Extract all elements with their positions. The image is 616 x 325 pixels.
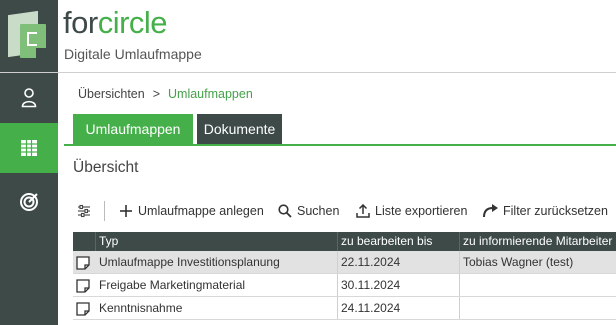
table-row[interactable]: Freigabe Marketingmaterial 30.11.2024 <box>73 274 616 297</box>
search-button[interactable]: Suchen <box>278 200 339 222</box>
column-header-inform[interactable]: zu informierende Mitarbeiter <box>459 232 616 251</box>
breadcrumb-separator: > <box>152 87 161 101</box>
table-grid-icon <box>21 140 37 156</box>
row-separator <box>459 251 460 273</box>
logo-mark <box>27 32 37 46</box>
create-umlaufmappe-button[interactable]: Umlaufmappe anlegen <box>119 200 264 222</box>
header-separator <box>459 232 460 251</box>
document-icon <box>76 256 90 270</box>
app-header: forcircle Digitale Umlaufmappe <box>0 0 616 73</box>
row-separator <box>459 274 460 296</box>
header-icon-cell <box>73 232 95 251</box>
brand-name: forcircle <box>63 5 168 40</box>
header-separator <box>95 232 96 251</box>
tab-dokumente[interactable]: Dokumente <box>197 114 282 144</box>
tab-underline <box>64 144 616 146</box>
toolbar-divider <box>104 201 105 221</box>
reset-filter-label: Filter zurücksetzen <box>503 204 608 218</box>
row-separator <box>337 274 338 296</box>
header-separator <box>337 232 338 251</box>
row-separator <box>459 297 460 319</box>
sidebar-item-user[interactable] <box>0 73 58 123</box>
redo-arrow-icon <box>483 204 498 218</box>
cell-due-date: 22.11.2024 <box>341 255 401 269</box>
sidebar-item-statistics[interactable] <box>0 177 58 227</box>
sidebar <box>0 73 58 325</box>
search-icon <box>278 204 292 218</box>
cell-typ: Umlaufmappe Investitionsplanung <box>99 255 280 269</box>
cell-typ: Freigabe Marketingmaterial <box>99 278 246 292</box>
sliders-icon <box>78 204 90 218</box>
row-separator <box>337 297 338 319</box>
cell-inform <box>459 274 616 296</box>
breadcrumb-current[interactable]: Umlaufmappen <box>168 87 253 101</box>
row-separator <box>337 251 338 273</box>
breadcrumb-root[interactable]: Übersichten <box>78 87 145 101</box>
app-subtitle: Digitale Umlaufmappe <box>64 46 202 62</box>
logo-front-sheet <box>20 24 46 58</box>
chart-icon <box>20 193 38 211</box>
document-icon <box>76 302 90 316</box>
reset-filter-button[interactable]: Filter zurücksetzen <box>482 200 608 222</box>
search-label: Suchen <box>297 204 340 218</box>
table-row[interactable]: Kenntnisnahme 24.11.2024 <box>73 297 616 320</box>
brand-name-part2: circle <box>97 5 168 40</box>
column-header-due-date[interactable]: zu bearbeiten bis <box>337 232 459 251</box>
create-umlaufmappe-label: Umlaufmappe anlegen <box>138 204 264 218</box>
cell-inform: Tobias Wagner (test) <box>463 255 574 269</box>
sidebar-item-overview[interactable] <box>0 123 58 173</box>
table-row[interactable]: Umlaufmappe Investitionsplanung 22.11.20… <box>73 251 616 274</box>
tab-umlaufmappen[interactable]: Umlaufmappen <box>73 114 193 144</box>
app-logo[interactable] <box>0 0 58 72</box>
cell-due-date: 24.11.2024 <box>341 301 401 315</box>
cell-typ: Kenntnisnahme <box>99 301 183 315</box>
table-header: Typ zu bearbeiten bis zu informierende M… <box>73 232 616 251</box>
brand-name-part1: for <box>63 5 98 40</box>
cell-inform <box>459 297 616 319</box>
user-icon <box>21 88 37 108</box>
column-header-typ[interactable]: Typ <box>95 232 337 251</box>
export-icon <box>356 204 370 218</box>
page-title: Übersicht <box>73 159 139 176</box>
filter-settings-button[interactable] <box>77 200 96 222</box>
export-list-label: Liste exportieren <box>375 204 468 218</box>
export-list-button[interactable]: Liste exportieren <box>356 200 467 222</box>
plus-icon <box>120 205 132 217</box>
logo-corner <box>36 48 46 58</box>
breadcrumb: Übersichten > Umlaufmappen <box>78 87 253 101</box>
cell-due-date: 30.11.2024 <box>341 278 401 292</box>
document-icon <box>76 279 90 293</box>
